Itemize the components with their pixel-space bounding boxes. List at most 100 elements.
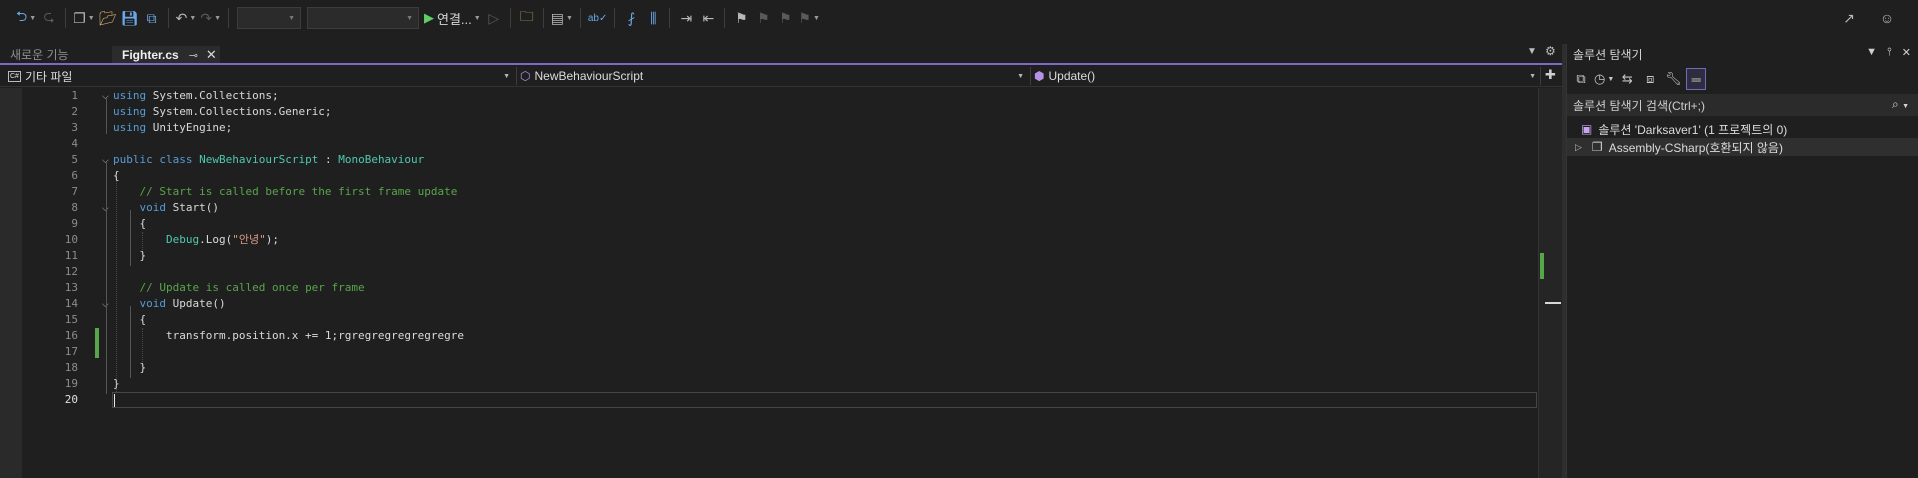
open-folder-icon[interactable]: 📂︎ bbox=[99, 6, 117, 30]
configuration-dropdown[interactable]: ▼ bbox=[237, 7, 301, 29]
line-number: 8 bbox=[71, 201, 78, 214]
bookmark-clear-icon[interactable]: ⚑ ▼ bbox=[798, 6, 820, 30]
layout-icon[interactable]: ▤ ▼ bbox=[551, 6, 573, 30]
tree-item-solution[interactable]: ▣ 솔루션 'Darksaver1' (1 프로젝트의 0) bbox=[1567, 120, 1918, 138]
code-line[interactable]: } bbox=[113, 360, 146, 376]
redo-icon[interactable]: ↷ ▼ bbox=[200, 6, 221, 30]
bookmark-icon[interactable]: ⚑ bbox=[732, 6, 750, 30]
share-icon[interactable]: ↗ bbox=[1840, 6, 1858, 30]
switch-views-icon[interactable]: ⧉ bbox=[1571, 68, 1591, 90]
chevron-down-icon[interactable]: ▼ bbox=[1866, 46, 1877, 59]
collapse-all-icon[interactable]: ⧈ bbox=[1640, 68, 1660, 90]
nav-divider bbox=[1030, 67, 1031, 85]
start-button-label: 연결... bbox=[437, 11, 472, 27]
line-number: 4 bbox=[71, 137, 78, 150]
close-icon[interactable]: ✕ bbox=[206, 47, 217, 63]
undo-icon[interactable]: ↶ ▼ bbox=[176, 6, 197, 30]
align-icon[interactable]: ⨏ bbox=[622, 6, 640, 30]
code-editor[interactable]: 1 2 3 4 5 6 7 8 9 10 11 12 13 14 15 16 17 18 19 20 ⌵ ⌵ ⌵ ⌵ … bbox=[0, 88, 1562, 478]
tab-whats-new[interactable]: 새로운 기능 bbox=[10, 44, 69, 64]
outline-line bbox=[106, 98, 107, 134]
outdent-icon[interactable]: ⇤ bbox=[699, 6, 717, 30]
solution-icon: ▣ bbox=[1581, 122, 1593, 136]
line-number: 18 bbox=[64, 361, 78, 374]
solution-explorer-panel: 솔루션 탐색기 ▼ ⫯ ✕ ⧉ ◷ ▼ ⇆ ⧈ 🔧︎ ═ 솔루션 탐색기 검색(C… bbox=[1566, 44, 1918, 478]
code-line[interactable]: using System.Collections; bbox=[113, 88, 279, 104]
tree-item-project[interactable]: ▷ ❐ Assembly-CSharp(호환되지 않음) bbox=[1567, 138, 1918, 156]
toolbar-separator bbox=[509, 8, 511, 28]
forward-icon[interactable]: ⮎ bbox=[40, 6, 58, 30]
line-number: 12 bbox=[64, 265, 78, 278]
folder-icon[interactable]: 🗀︎ bbox=[518, 6, 536, 30]
preview-icon[interactable]: ═ bbox=[1686, 68, 1707, 90]
line-number: 17 bbox=[64, 345, 78, 358]
code-line[interactable]: public class NewBehaviourScript : MonoBe… bbox=[113, 152, 424, 168]
save-all-icon[interactable]: ⧉ bbox=[143, 6, 161, 30]
start-without-debug-icon[interactable]: ▷ bbox=[485, 6, 503, 30]
editor-vertical-scrollbar[interactable] bbox=[1538, 88, 1562, 478]
toolbar-separator bbox=[614, 8, 616, 28]
bookmark-next-icon[interactable]: ⚑ bbox=[776, 6, 794, 30]
tab-overflow-icon[interactable]: ▼ bbox=[1527, 46, 1537, 57]
code-line[interactable]: // Update is called once per frame bbox=[113, 280, 365, 296]
new-project-icon[interactable]: ❐ ▼ bbox=[73, 6, 95, 30]
save-icon[interactable]: 💾︎ bbox=[121, 6, 139, 30]
chevron-down-icon: ▼ bbox=[1017, 72, 1024, 80]
line-number: 5 bbox=[71, 153, 78, 166]
code-line[interactable]: void Update() bbox=[113, 296, 226, 312]
member-dropdown[interactable]: ⬢ Update() ▼ bbox=[1034, 67, 1540, 85]
outline-line bbox=[106, 162, 107, 394]
gear-icon[interactable]: ⚙ bbox=[1545, 44, 1556, 58]
line-number: 19 bbox=[64, 377, 78, 390]
code-line[interactable]: { bbox=[113, 168, 120, 184]
split-editor-icon[interactable]: ✚ bbox=[1545, 67, 1556, 83]
close-icon[interactable]: ✕ bbox=[1902, 46, 1911, 59]
back-icon[interactable]: ⮌ ▼ bbox=[16, 6, 36, 30]
code-line[interactable]: using System.Collections.Generic; bbox=[113, 104, 332, 120]
solution-search-input[interactable]: 솔루션 탐색기 검색(Ctrl+;) ⌕ ▼ bbox=[1567, 94, 1918, 116]
current-line-highlight bbox=[112, 392, 1537, 408]
indent-icon[interactable]: ⇥ bbox=[677, 6, 695, 30]
start-button[interactable]: ▶ 연결... ▼ bbox=[424, 6, 481, 30]
line-number: 15 bbox=[64, 313, 78, 326]
text-caret bbox=[114, 394, 115, 407]
properties-icon[interactable]: 🔧︎ bbox=[1663, 68, 1683, 90]
type-dropdown[interactable]: ⬡ NewBehaviourScript ▼ bbox=[520, 67, 1028, 85]
code-line[interactable]: void Start() bbox=[113, 200, 219, 216]
code-line[interactable]: { bbox=[113, 216, 146, 232]
csharp-file-icon: C# bbox=[8, 70, 21, 82]
toolbar-separator bbox=[167, 8, 169, 28]
code-line[interactable]: } bbox=[113, 248, 146, 264]
code-line[interactable]: // Start is called before the first fram… bbox=[113, 184, 458, 200]
columns-icon[interactable]: ⫼ bbox=[644, 6, 662, 30]
sync-icon[interactable]: ⇆ bbox=[1617, 68, 1637, 90]
expand-icon[interactable]: ▷ bbox=[1575, 142, 1582, 153]
code-line[interactable]: using UnityEngine; bbox=[113, 120, 232, 136]
pin-icon[interactable]: ⊸ bbox=[189, 49, 198, 62]
toolbar-separator bbox=[724, 8, 726, 28]
main-toolbar: ⮌ ▼ ⮎ ❐ ▼ 📂︎ 💾︎ ⧉ ↶ ▼ ↷ ▼ ▼ ▼ ▶ 연결... ▼ ▷ 🗀︎ ▤… bbox=[0, 0, 1918, 36]
code-line[interactable]: transform.position.x += 1;rgregregregreg… bbox=[113, 328, 464, 344]
platform-dropdown[interactable]: ▼ bbox=[307, 7, 419, 29]
line-number: 11 bbox=[64, 249, 78, 262]
code-line[interactable]: { bbox=[113, 312, 146, 328]
history-icon[interactable]: ◷ ▼ bbox=[1594, 68, 1614, 90]
toolbar-separator bbox=[579, 8, 581, 28]
type-label: NewBehaviourScript bbox=[534, 69, 644, 83]
code-line[interactable]: } bbox=[113, 376, 120, 392]
line-number: 13 bbox=[64, 281, 78, 294]
person-icon[interactable]: ☺ bbox=[1878, 6, 1896, 30]
tab-label: Fighter.cs bbox=[122, 48, 179, 62]
code-line[interactable]: Debug.Log("안녕"); bbox=[113, 232, 279, 248]
search-icon[interactable]: ⌕ ▼ bbox=[1892, 97, 1909, 112]
tree-item-label: Assembly-CSharp(호환되지 않음) bbox=[1608, 140, 1783, 155]
line-number: 9 bbox=[71, 217, 78, 230]
tab-fighter-cs[interactable]: Fighter.cs ⊸ ✕ bbox=[112, 44, 220, 64]
solution-explorer-title-bar: 솔루션 탐색기 ▼ ⫯ ✕ bbox=[1567, 44, 1918, 64]
spellcheck-icon[interactable]: ab✓ bbox=[588, 6, 608, 30]
bookmark-prev-icon[interactable]: ⚑ bbox=[754, 6, 772, 30]
project-scope-dropdown[interactable]: C# 기타 파일 ▼ bbox=[8, 67, 514, 85]
pin-icon[interactable]: ⫯ bbox=[1887, 46, 1892, 59]
chevron-down-icon: ▼ bbox=[503, 72, 510, 80]
search-placeholder: 솔루션 탐색기 검색(Ctrl+;) bbox=[1573, 98, 1705, 113]
